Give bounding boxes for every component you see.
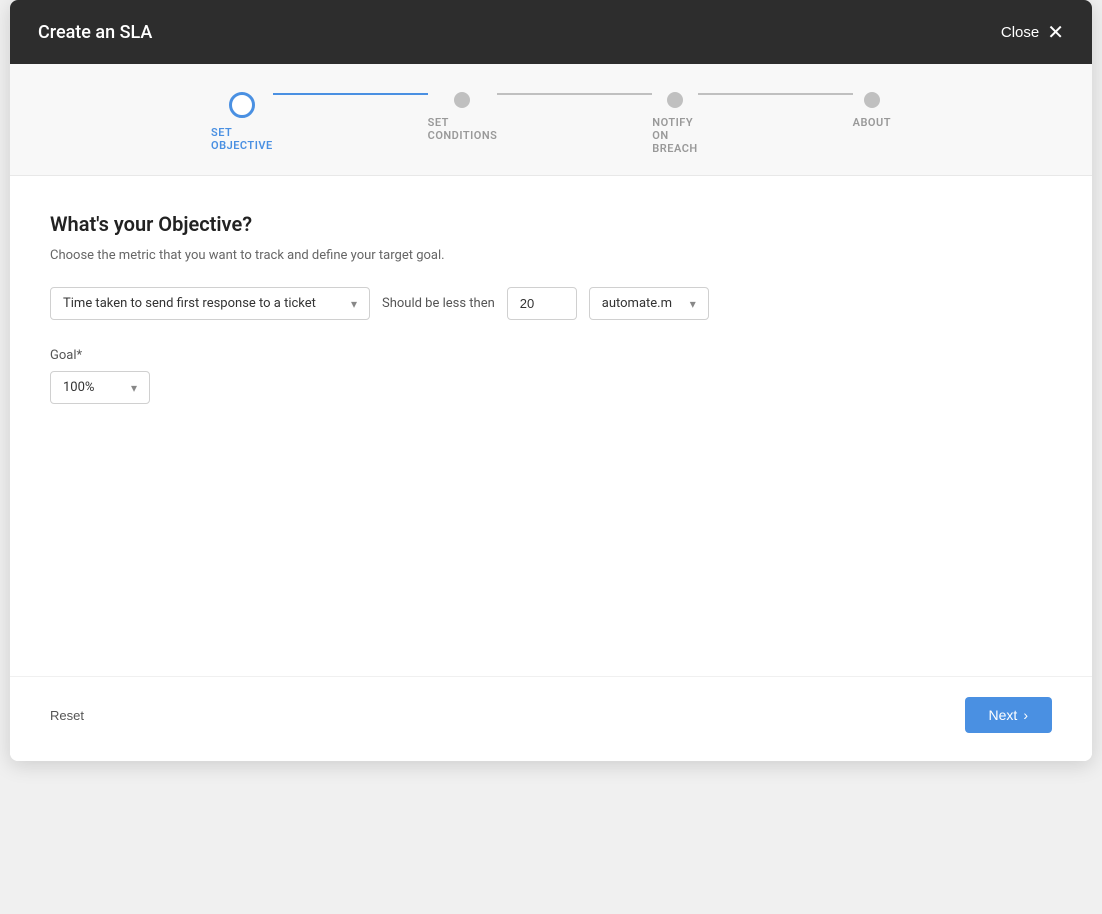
condition-label: Should be less then	[382, 296, 495, 311]
step-about[interactable]: ABOUT	[853, 92, 891, 129]
unit-chevron-icon: ▾	[690, 297, 696, 311]
form-subtitle: Choose the metric that you want to track…	[50, 248, 1052, 263]
number-input[interactable]	[507, 287, 577, 320]
step-line-2	[497, 93, 652, 95]
next-arrow-icon: ›	[1023, 707, 1028, 723]
form-area: What's your Objective? Choose the metric…	[10, 176, 1092, 556]
goal-section: Goal* 100% ▾	[50, 348, 1052, 404]
step-label-4: ABOUT	[853, 116, 891, 129]
unit-dropdown[interactable]: automate.m ▾	[589, 287, 709, 320]
step-line-3	[698, 93, 853, 95]
metric-chevron-icon: ▾	[351, 297, 357, 311]
modal-overlay: Create an SLA Close ✕ SET OBJECTIVE SET	[0, 0, 1102, 914]
form-title: What's your Objective?	[50, 212, 1052, 236]
unit-value: automate.m	[602, 296, 672, 311]
step-circle-2	[454, 92, 470, 108]
metric-dropdown[interactable]: Time taken to send first response to a t…	[50, 287, 370, 320]
step-set-objective[interactable]: SET OBJECTIVE	[211, 92, 273, 152]
step-label-1: SET OBJECTIVE	[211, 126, 273, 152]
step-circle-3	[667, 92, 683, 108]
step-circle-1	[229, 92, 255, 118]
modal-header: Create an SLA Close ✕	[10, 0, 1092, 64]
step-label-3: NOTIFY ON BREACH	[652, 116, 697, 155]
goal-chevron-icon: ▾	[131, 381, 137, 395]
close-label: Close	[1001, 24, 1039, 41]
step-set-conditions[interactable]: SET CONDITIONS	[428, 92, 498, 142]
step-circle-4	[864, 92, 880, 108]
modal: Create an SLA Close ✕ SET OBJECTIVE SET	[10, 0, 1092, 761]
step-notify-on-breach[interactable]: NOTIFY ON BREACH	[652, 92, 697, 155]
goal-label: Goal*	[50, 348, 1052, 363]
metric-value: Time taken to send first response to a t…	[63, 296, 316, 311]
goal-dropdown[interactable]: 100% ▾	[50, 371, 150, 404]
reset-button[interactable]: Reset	[50, 708, 84, 723]
goal-value: 100%	[63, 380, 94, 395]
stepper-container: SET OBJECTIVE SET CONDITIONS NOTIFY ON B…	[10, 64, 1092, 176]
step-label-2: SET CONDITIONS	[428, 116, 498, 142]
close-icon: ✕	[1047, 20, 1064, 45]
step-line-1	[273, 93, 428, 95]
next-label: Next	[989, 707, 1018, 723]
close-button[interactable]: Close ✕	[1001, 20, 1064, 45]
next-button[interactable]: Next ›	[965, 697, 1052, 733]
metric-row: Time taken to send first response to a t…	[50, 287, 1052, 320]
modal-title: Create an SLA	[38, 22, 152, 43]
form-footer: Reset Next ›	[10, 676, 1092, 761]
